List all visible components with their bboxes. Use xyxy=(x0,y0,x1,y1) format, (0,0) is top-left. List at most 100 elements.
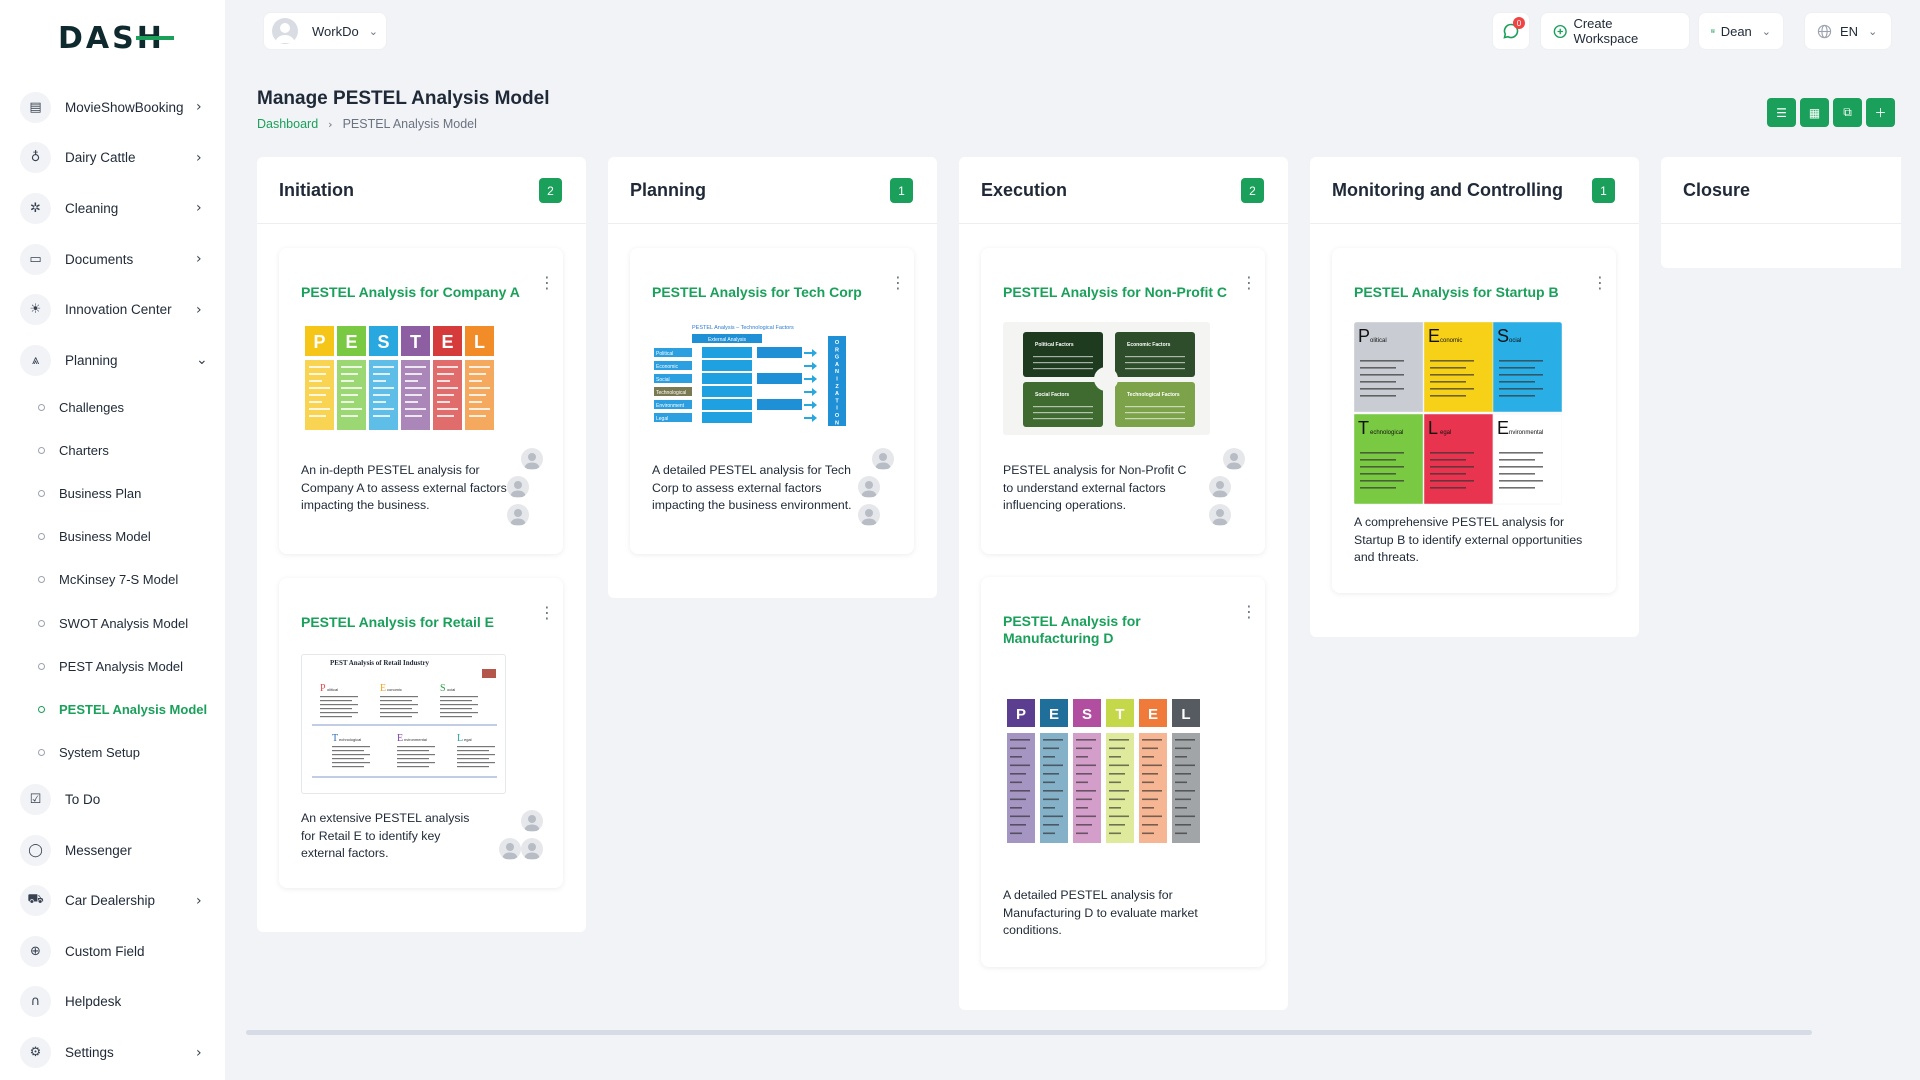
plus-circle-icon: ⊕ xyxy=(30,943,41,959)
list-view-button[interactable]: ☰ xyxy=(1767,98,1796,127)
more-vertical-icon[interactable]: ⋮ xyxy=(1592,275,1608,291)
document-icon: ▭ xyxy=(29,251,42,267)
card-title[interactable]: PESTEL Analysis for Startup B xyxy=(1354,284,1584,301)
sidebar-subitem[interactable]: McKinsey 7-S Model xyxy=(0,558,225,601)
language-selector[interactable]: EN ⌄ xyxy=(1804,12,1892,50)
sidebar-item[interactable]: ⚙ Settings › xyxy=(0,1027,225,1078)
add-button[interactable]: ＋ xyxy=(1866,98,1895,127)
card-title[interactable]: PESTEL Analysis for Company A xyxy=(301,284,531,301)
card-retail-e[interactable]: PESTEL Analysis for Retail E ⋮ PEST Anal… xyxy=(279,578,563,888)
text-line xyxy=(320,700,352,702)
create-workspace-button[interactable]: Create Workspace xyxy=(1540,12,1690,50)
more-vertical-icon[interactable]: ⋮ xyxy=(539,605,555,621)
text-line xyxy=(1033,368,1093,370)
text-line xyxy=(405,373,422,375)
sidebar-subitem[interactable]: Charters xyxy=(0,429,225,472)
text-line xyxy=(1076,798,1092,801)
tech-factors-graphic: PESTEL Analysis – Technological Factors E… xyxy=(654,325,846,426)
card-title[interactable]: PESTEL Analysis for Tech Corp xyxy=(652,284,882,301)
text-line xyxy=(1043,747,1059,750)
retail-letter: P xyxy=(320,683,326,694)
bullet-icon xyxy=(38,662,45,670)
grid-view-button[interactable]: ▦ xyxy=(1800,98,1829,127)
sidebar-item[interactable]: ☑ To Do xyxy=(0,774,225,825)
text-line xyxy=(1033,362,1093,364)
letter-label: S xyxy=(377,332,389,352)
text-line xyxy=(320,704,358,706)
sidebar-item[interactable]: ⊕ Custom Field xyxy=(0,926,225,977)
user-avatar xyxy=(521,810,543,832)
horizontal-scrollbar[interactable] xyxy=(246,1030,1812,1035)
factor-detail xyxy=(757,347,802,358)
text-line xyxy=(397,758,429,760)
sidebar-subitem[interactable]: PEST Analysis Model xyxy=(0,645,225,688)
card-manufacturing-d[interactable]: PESTEL Analysis for Manufacturing D ⋮ P E… xyxy=(981,577,1265,967)
text-line xyxy=(1360,459,1396,461)
bullet-icon xyxy=(38,490,45,498)
sidebar-subitem[interactable]: Business Plan xyxy=(0,472,225,515)
chat-icon: ◯ xyxy=(20,834,51,866)
person-icon xyxy=(1212,481,1228,497)
chevron-down-icon: ⌄ xyxy=(1868,24,1878,38)
more-vertical-icon[interactable]: ⋮ xyxy=(1241,275,1257,291)
sidebar-item[interactable]: ▤ MovieShowBooking › xyxy=(0,82,225,133)
card-non-profit-c[interactable]: PESTEL Analysis for Non-Profit C ⋮ Polit… xyxy=(981,248,1265,554)
text-line xyxy=(1142,764,1162,767)
sidebar-item[interactable]: ∩ Helpdesk xyxy=(0,977,225,1028)
headset-icon: ∩ xyxy=(30,994,41,1010)
user-menu[interactable]: Dean ⌄ xyxy=(1698,12,1784,50)
more-vertical-icon[interactable]: ⋮ xyxy=(539,275,555,291)
card-company-a[interactable]: PESTEL Analysis for Company A ⋮ PESTEL A… xyxy=(279,248,563,554)
text-line xyxy=(1499,388,1543,390)
more-vertical-icon[interactable]: ⋮ xyxy=(1241,604,1257,620)
sidebar-subitem[interactable]: Challenges xyxy=(0,386,225,429)
card-tech-corp[interactable]: PESTEL Analysis for Tech Corp ⋮ PESTEL A… xyxy=(630,248,914,554)
brand-logo[interactable]: DASH xyxy=(58,18,178,58)
globe-icon xyxy=(1817,24,1832,38)
text-line xyxy=(373,401,386,403)
text-line xyxy=(405,415,422,417)
more-vertical-icon[interactable]: ⋮ xyxy=(890,275,906,291)
breadcrumb-dashboard-link[interactable]: Dashboard xyxy=(257,117,318,131)
text-line xyxy=(1499,360,1543,362)
sidebar-subitem[interactable]: Business Model xyxy=(0,515,225,558)
sidebar-item[interactable]: ♁ Dairy Cattle › xyxy=(0,133,225,184)
quadrant-label: Economic Factors xyxy=(1127,342,1171,348)
column-count-badge: 1 xyxy=(890,178,913,203)
text-line xyxy=(457,754,495,756)
card-title[interactable]: PESTEL Analysis for Manufacturing D xyxy=(1003,613,1163,647)
sidebar-item[interactable]: ▭ Documents › xyxy=(0,234,225,285)
sidebar-subitem-label: Business Model xyxy=(59,529,151,545)
text-line xyxy=(1430,388,1474,390)
pest-retail-graphic: PEST Analysis of Retail Industry P olitica… xyxy=(312,659,497,778)
text-line xyxy=(1142,815,1162,818)
card-title[interactable]: PESTEL Analysis for Non-Profit C xyxy=(1003,284,1233,301)
column-count-badge: 2 xyxy=(1241,178,1264,203)
sidebar-item[interactable]: ⛟ Car Dealership › xyxy=(0,875,225,926)
card-title[interactable]: PESTEL Analysis for Retail E xyxy=(301,614,531,631)
card-assignees xyxy=(499,810,543,860)
quadrant-letter: S xyxy=(1497,326,1509,346)
sidebar-subitem[interactable]: PESTEL Analysis Model xyxy=(0,688,225,731)
user-avatar xyxy=(872,448,894,470)
text-line xyxy=(1043,790,1063,792)
text-line xyxy=(320,708,352,710)
sidebar-subitem[interactable]: System Setup xyxy=(0,731,225,774)
sidebar-item[interactable]: ◯ Messenger xyxy=(0,825,225,876)
sidebar-item[interactable]: ✲ Cleaning › xyxy=(0,183,225,234)
sidebar-item[interactable]: ☀ Innovation Center › xyxy=(0,284,225,335)
view-actions: ☰ ▦ ⧉ ＋ xyxy=(1767,98,1895,127)
card-assignees xyxy=(858,448,894,526)
text-line xyxy=(309,408,330,410)
card-startup-b[interactable]: PESTEL Analysis for Startup B ⋮ Politica… xyxy=(1332,248,1616,593)
kanban-view-button[interactable]: ⧉ xyxy=(1833,98,1862,127)
sidebar-item-label: Helpdesk xyxy=(65,994,122,1010)
sidebar-item[interactable]: ⩓ Planning ⌄ xyxy=(0,335,225,386)
card-assignees xyxy=(507,448,543,526)
text-line xyxy=(320,716,352,718)
messages-button[interactable]: 0 xyxy=(1492,12,1530,50)
workspace-switcher[interactable]: WorkDo ⌄ xyxy=(263,12,387,50)
sidebar-subitem[interactable]: SWOT Analysis Model xyxy=(0,602,225,645)
bullet-icon xyxy=(38,619,45,627)
sidebar-item-label: Dairy Cattle xyxy=(65,150,136,166)
